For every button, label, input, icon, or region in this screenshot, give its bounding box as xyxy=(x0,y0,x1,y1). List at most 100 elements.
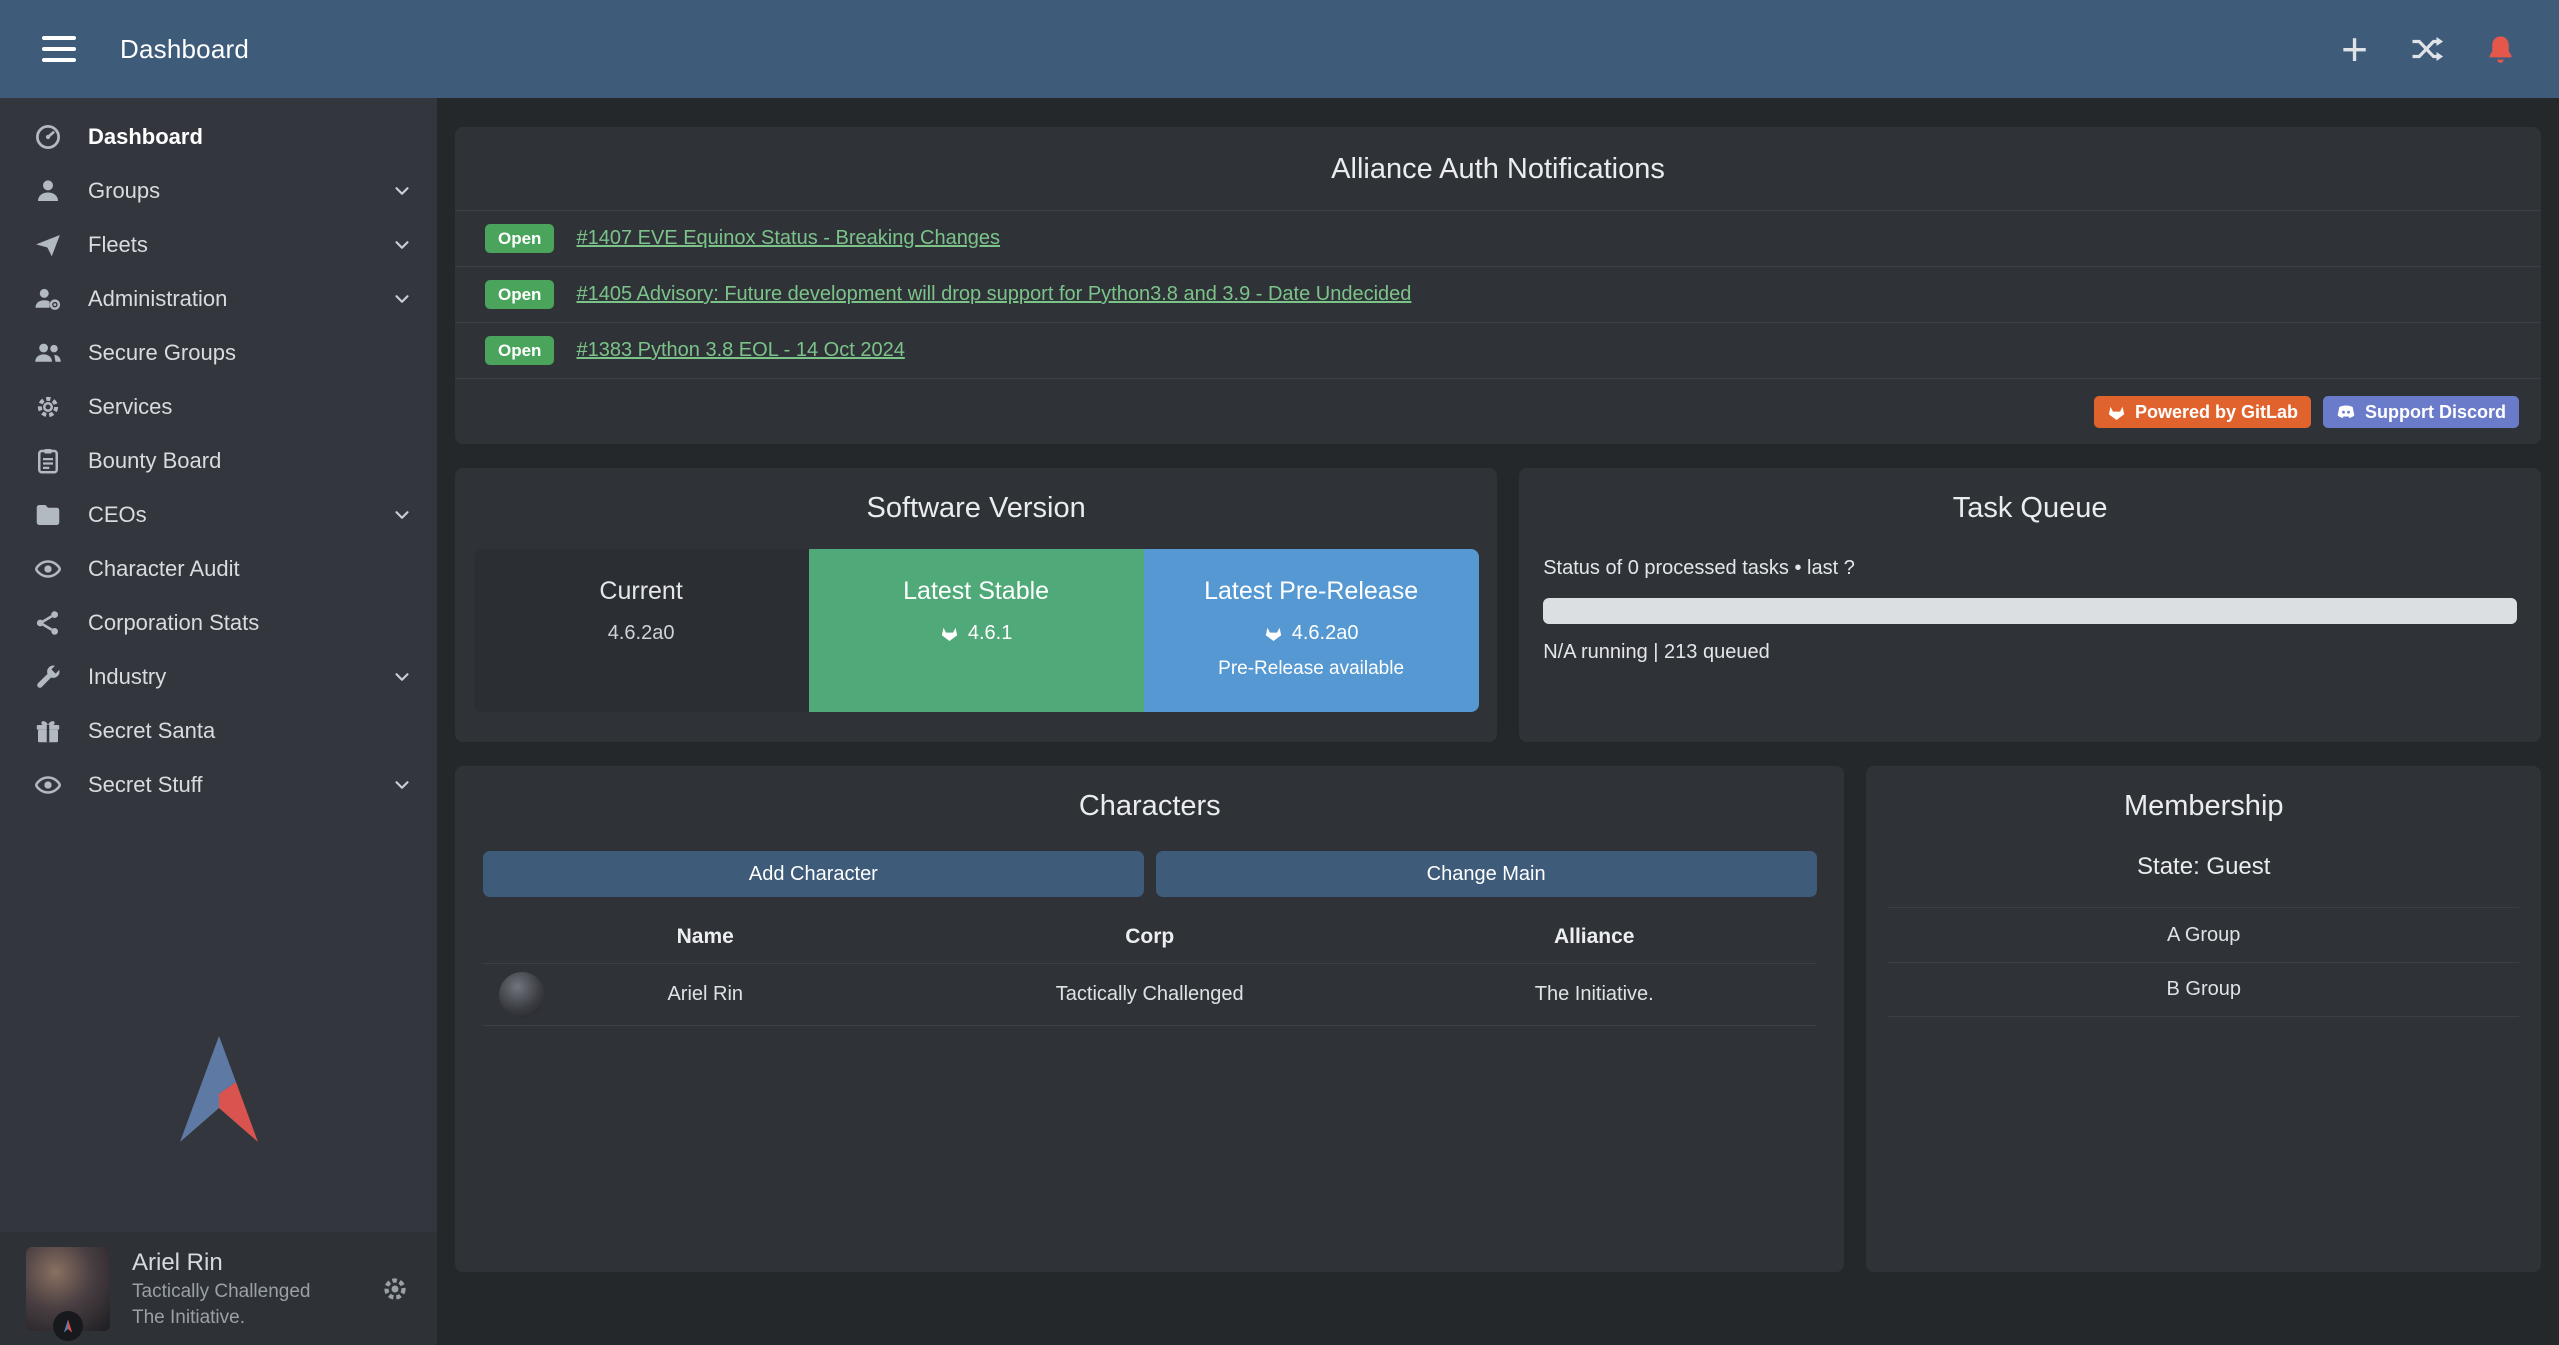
latest-stable-value: 4.6.1 xyxy=(968,622,1012,645)
membership-groups-list: A Group B Group xyxy=(1888,907,2519,1017)
notifications-title: Alliance Auth Notifications xyxy=(455,153,2541,186)
gitlab-badge[interactable]: Powered by GitLab xyxy=(2094,396,2311,428)
version-boxes: Current 4.6.2a0 Latest Stable 4.6.1 Late… xyxy=(455,549,1497,712)
task-progressbar xyxy=(1543,598,2517,624)
characters-table: Name Corp Alliance Ariel Rin Tactically … xyxy=(483,925,1816,1026)
sidebar-item-secure-groups[interactable]: Secure Groups xyxy=(0,326,437,380)
chevron-down-icon xyxy=(391,180,413,202)
sidebar-item-label: Secret Stuff xyxy=(88,772,203,798)
sidebar-item-label: Dashboard xyxy=(88,124,203,150)
current-version-box: Current 4.6.2a0 xyxy=(474,549,809,712)
sidebar: Dashboard Groups Fleets Administra xyxy=(0,98,437,1345)
column-header-alliance: Alliance xyxy=(1372,925,1816,963)
character-corp: Tactically Challenged xyxy=(927,983,1372,1006)
user-alliance: The Initiative. xyxy=(132,1307,311,1329)
notification-row: Open #1407 EVE Equinox Status - Breaking… xyxy=(455,211,2541,267)
wrench-icon xyxy=(30,662,66,692)
sidebar-item-label: Fleets xyxy=(88,232,148,258)
chevron-down-icon xyxy=(391,234,413,256)
task-queue-panel: Task Queue Status of 0 processed tasks •… xyxy=(1519,468,2541,742)
sidebar-item-corporation-stats[interactable]: Corporation Stats xyxy=(0,596,437,650)
page-title: Dashboard xyxy=(120,34,249,65)
settings-gear-icon[interactable] xyxy=(379,1273,411,1305)
sidebar-item-secret-santa[interactable]: Secret Santa xyxy=(0,704,437,758)
chevron-down-icon xyxy=(391,666,413,688)
clipboard-icon xyxy=(30,446,66,476)
notifications-list: Open #1407 EVE Equinox Status - Breaking… xyxy=(455,210,2541,379)
sidebar-item-groups[interactable]: Groups xyxy=(0,164,437,218)
sidebar-item-industry[interactable]: Industry xyxy=(0,650,437,704)
software-version-panel: Software Version Current 4.6.2a0 Latest … xyxy=(455,468,1497,742)
notification-link[interactable]: #1407 EVE Equinox Status - Breaking Chan… xyxy=(576,227,1000,250)
user-avatar xyxy=(26,1247,110,1331)
change-main-button[interactable]: Change Main xyxy=(1156,851,1817,897)
current-version-label: Current xyxy=(474,577,809,606)
latest-stable-box: Latest Stable 4.6.1 xyxy=(809,549,1144,712)
add-character-button[interactable]: Add Character xyxy=(483,851,1144,897)
sidebar-item-label: CEOs xyxy=(88,502,147,528)
eye-icon xyxy=(30,554,66,584)
main-content: Alliance Auth Notifications Open #1407 E… xyxy=(437,98,2559,1345)
sidebar-item-label: Secret Santa xyxy=(88,718,215,744)
task-queue-title: Task Queue xyxy=(1519,492,2541,525)
notification-link[interactable]: #1383 Python 3.8 EOL - 14 Oct 2024 xyxy=(576,339,904,362)
character-portrait xyxy=(499,972,545,1018)
characters-title: Characters xyxy=(455,790,1844,823)
column-header-corp: Corp xyxy=(927,925,1372,963)
chevron-down-icon xyxy=(391,504,413,526)
characters-panel: Characters Add Character Change Main Nam… xyxy=(455,766,1844,1272)
group-row: A Group xyxy=(1888,907,2519,962)
status-badge: Open xyxy=(485,280,554,309)
discord-badge[interactable]: Support Discord xyxy=(2323,396,2519,428)
latest-stable-label: Latest Stable xyxy=(809,577,1144,606)
navbar-actions: + xyxy=(2341,26,2517,72)
sidebar-item-label: Groups xyxy=(88,178,160,204)
gear-icon xyxy=(30,392,66,422)
notification-link[interactable]: #1405 Advisory: Future development will … xyxy=(576,283,1411,306)
table-row: Ariel Rin Tactically Challenged The Init… xyxy=(483,964,1816,1026)
sidebar-item-label: Bounty Board xyxy=(88,448,221,474)
user-icon xyxy=(30,176,66,206)
gift-icon xyxy=(30,716,66,746)
sidebar-item-secret-stuff[interactable]: Secret Stuff xyxy=(0,758,437,812)
character-name: Ariel Rin xyxy=(667,983,743,1006)
user-name: Ariel Rin xyxy=(132,1249,311,1277)
software-version-title: Software Version xyxy=(455,492,1497,525)
sidebar-item-services[interactable]: Services xyxy=(0,380,437,434)
gitlab-icon xyxy=(1264,624,1283,643)
top-navbar: Dashboard + xyxy=(0,0,2559,98)
sidebar-item-dashboard[interactable]: Dashboard xyxy=(0,110,437,164)
sidebar-item-fleets[interactable]: Fleets xyxy=(0,218,437,272)
notifications-panel: Alliance Auth Notifications Open #1407 E… xyxy=(455,127,2541,444)
plus-icon[interactable]: + xyxy=(2341,26,2368,72)
sidebar-item-character-audit[interactable]: Character Audit xyxy=(0,542,437,596)
table-header-row: Name Corp Alliance xyxy=(483,925,1816,964)
users-gear-icon xyxy=(30,284,66,314)
task-queue-stats: N/A running | 213 queued xyxy=(1543,641,2517,664)
sidebar-user-panel: Ariel Rin Tactically Challenged The Init… xyxy=(0,1232,437,1345)
menu-icon[interactable] xyxy=(42,36,76,62)
share-icon xyxy=(30,608,66,638)
status-badge: Open xyxy=(485,224,554,253)
current-version-value: 4.6.2a0 xyxy=(608,622,675,645)
prerelease-note: Pre-Release available xyxy=(1144,658,1479,680)
latest-prerelease-box: Latest Pre-Release 4.6.2a0 Pre-Release a… xyxy=(1144,549,1479,712)
sidebar-item-administration[interactable]: Administration xyxy=(0,272,437,326)
group-row: B Group xyxy=(1888,962,2519,1017)
membership-panel: Membership State: Guest A Group B Group xyxy=(1866,766,2541,1272)
task-queue-status: Status of 0 processed tasks • last ? xyxy=(1543,557,2517,580)
bell-icon[interactable] xyxy=(2484,33,2517,66)
character-alliance: The Initiative. xyxy=(1372,983,1816,1006)
chevron-down-icon xyxy=(391,774,413,796)
shuffle-icon[interactable] xyxy=(2408,31,2444,67)
notification-row: Open #1405 Advisory: Future development … xyxy=(455,267,2541,323)
discord-badge-label: Support Discord xyxy=(2365,403,2506,421)
sidebar-item-label: Character Audit xyxy=(88,556,240,582)
column-header-name: Name xyxy=(483,925,927,963)
sidebar-item-ceos[interactable]: CEOs xyxy=(0,488,437,542)
user-corp: Tactically Challenged xyxy=(132,1281,311,1303)
sidebar-item-label: Services xyxy=(88,394,172,420)
footer-badges: Powered by GitLab Support Discord xyxy=(2094,396,2519,428)
chevron-down-icon xyxy=(391,288,413,310)
sidebar-item-bounty-board[interactable]: Bounty Board xyxy=(0,434,437,488)
